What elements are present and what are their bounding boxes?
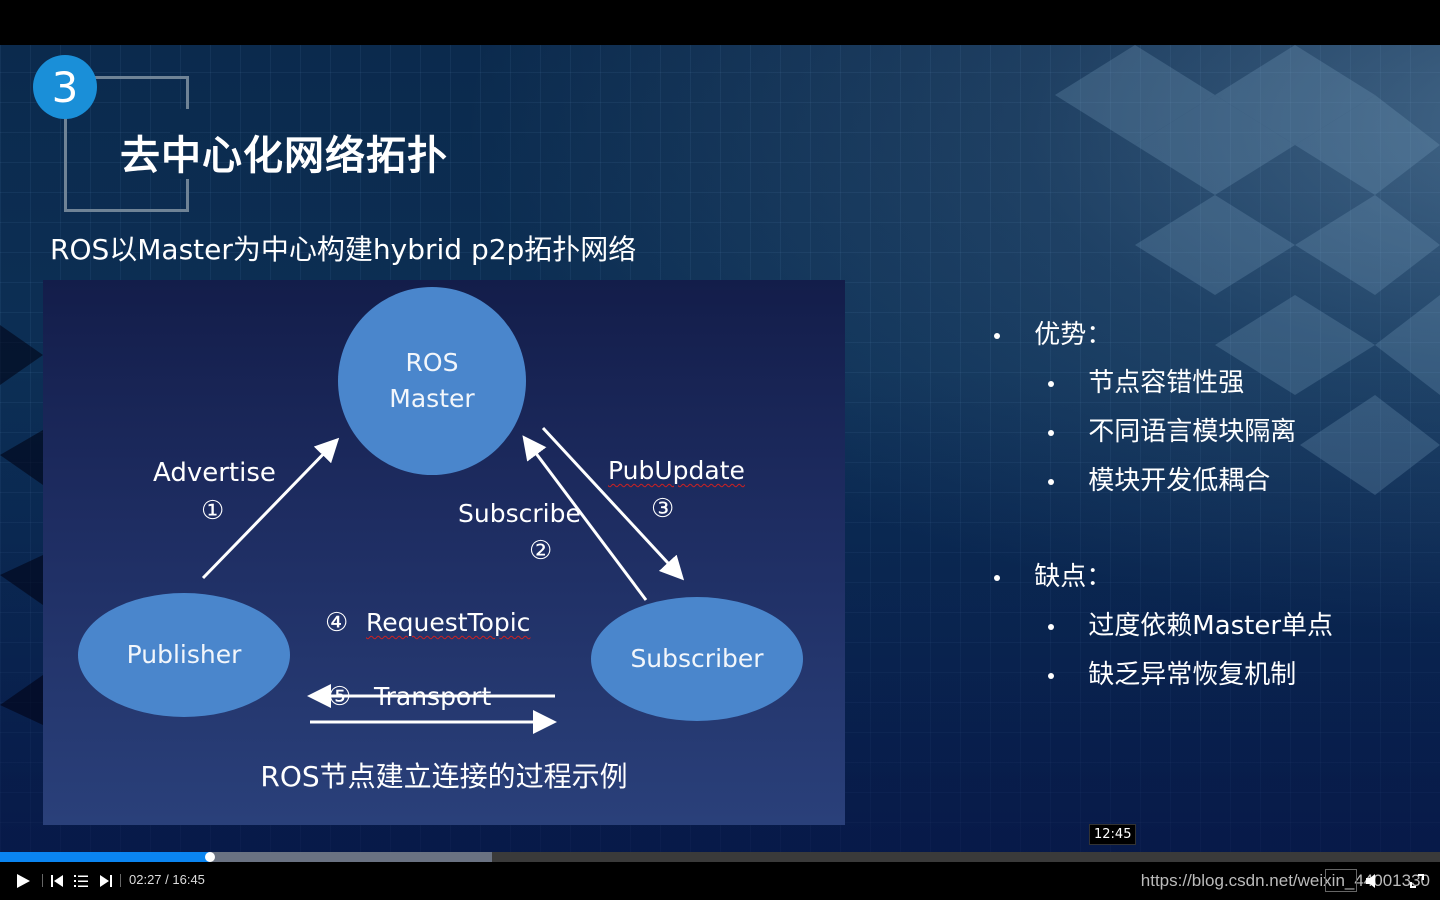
next-icon[interactable] — [100, 875, 112, 887]
subscribe-label: Subscribe — [458, 499, 581, 528]
bullet-icon — [1048, 380, 1054, 387]
bullet-icon — [1048, 478, 1054, 485]
bg-triangle — [1375, 395, 1440, 495]
cons-heading-item: 缺点： — [994, 556, 1112, 593]
pros-item: 不同语言模块隔离 — [1048, 411, 1296, 448]
bg-triangle — [1135, 195, 1215, 295]
bullet-icon — [994, 574, 1000, 581]
ros-connection-diagram: ROS Master Publisher Subscriber Advertis… — [43, 280, 845, 825]
cons-heading: 缺点： — [1034, 562, 1113, 592]
player-controls: 02:27 / 16:45 https://blog.csdn.net/weix… — [0, 862, 1440, 900]
section-number-badge: 3 — [33, 55, 97, 119]
bg-triangle — [1375, 195, 1440, 295]
divider — [42, 874, 43, 887]
played-bar — [0, 852, 211, 862]
subscriber-label: Subscriber — [630, 644, 764, 673]
bg-triangle — [1295, 295, 1375, 395]
bullet-icon — [994, 332, 1000, 339]
speed-icon[interactable] — [1325, 869, 1357, 892]
progress-bar[interactable] — [0, 852, 1440, 862]
play-icon[interactable] — [15, 873, 31, 889]
bg-triangle — [1295, 195, 1375, 295]
cons-item: 过度依赖Master单点 — [1048, 605, 1333, 642]
bullet-icon — [1048, 429, 1054, 436]
pros-heading: 优势： — [1034, 320, 1113, 350]
bg-triangle — [1300, 395, 1375, 495]
ros-master-node: ROS Master — [338, 287, 526, 475]
bg-triangle — [0, 430, 43, 485]
step-2-number: ② — [529, 536, 553, 566]
video-frame[interactable]: 3 去中心化网络拓扑 ROS以Master为中心构建hybrid p2p拓扑网络… — [0, 45, 1440, 853]
transport-label: Transport — [374, 682, 492, 711]
bg-triangle — [1215, 195, 1295, 295]
publisher-label: Publisher — [126, 640, 242, 669]
bullet-icon — [1048, 672, 1054, 679]
slide-subtitle: ROS以Master为中心构建hybrid p2p拓扑网络 — [50, 233, 637, 266]
bg-triangle — [1055, 45, 1135, 145]
playlist-icon[interactable] — [74, 874, 88, 888]
publisher-node: Publisher — [78, 593, 290, 717]
step-4-number: ④ — [325, 608, 349, 638]
bg-triangle — [1375, 95, 1440, 195]
requesttopic-label: RequestTopic — [366, 608, 531, 637]
hover-time-tooltip: 12:45 — [1089, 824, 1137, 845]
time-display: 02:27 / 16:45 — [129, 872, 205, 887]
master-label-line1: ROS — [405, 348, 459, 377]
fullscreen-icon[interactable] — [1410, 874, 1424, 888]
watermark-url: https://blog.csdn.net/weixin_44001330 — [1140, 871, 1430, 890]
master-label-line2: Master — [389, 384, 475, 413]
bullet-icon — [1048, 623, 1054, 630]
advertise-label: Advertise — [153, 458, 276, 488]
divider — [120, 874, 121, 887]
section-number: 3 — [51, 62, 79, 112]
step-3-number: ③ — [651, 494, 675, 524]
bg-triangle — [0, 675, 43, 725]
bg-triangle — [0, 555, 43, 605]
step-1-number: ① — [201, 496, 225, 526]
pubupdate-label: PubUpdate — [608, 456, 745, 485]
pros-item: 模块开发低耦合 — [1048, 460, 1270, 497]
subscriber-node: Subscriber — [591, 597, 803, 721]
diagram-caption: ROS节点建立连接的过程示例 — [260, 760, 628, 793]
bg-triangle — [1375, 295, 1440, 395]
slide-title: 去中心化网络拓扑 — [120, 133, 448, 179]
previous-icon[interactable] — [51, 875, 63, 887]
bg-triangle — [0, 325, 43, 385]
pros-heading-item: 优势： — [994, 314, 1112, 351]
volume-icon[interactable] — [1366, 874, 1380, 888]
step-5-number: ⑤ — [328, 682, 352, 712]
pros-item: 节点容错性强 — [1048, 362, 1244, 399]
cons-item: 缺乏异常恢复机制 — [1048, 654, 1296, 691]
